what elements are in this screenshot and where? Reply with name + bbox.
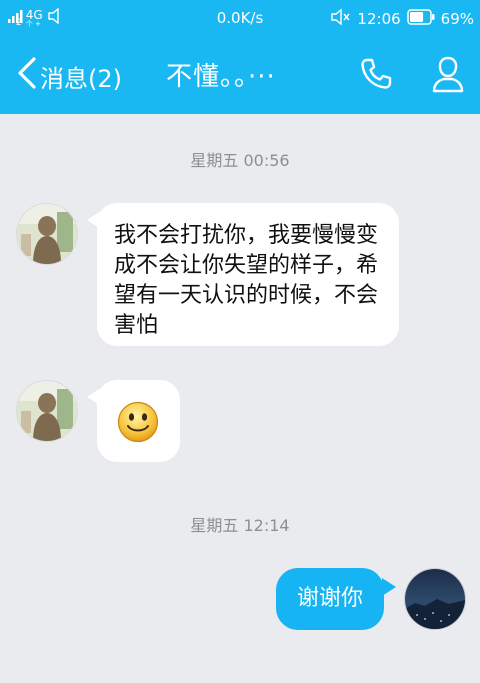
mute-icon: [331, 8, 351, 30]
back-label: 消息(2): [40, 64, 122, 93]
back-button[interactable]: 消息(2): [16, 56, 122, 96]
battery-percent: 69%: [440, 10, 474, 28]
battery-icon: [406, 9, 435, 29]
message-timestamp: 星期五 00:56: [190, 151, 290, 170]
chat-header: 消息(2) 不懂。。···: [0, 36, 480, 114]
profile-button[interactable]: [430, 54, 466, 98]
message-timestamp: 星期五 12:14: [190, 516, 290, 535]
phone-icon: [361, 58, 392, 89]
my-avatar[interactable]: [404, 568, 466, 630]
message-text: 谢谢你: [296, 586, 363, 611]
clock: 12:06: [357, 10, 401, 28]
message-text: 我不会打扰你，我要慢慢变成不会让你失望的样子，希望有一天认识的时候，不会害怕: [114, 223, 379, 338]
status-bar: 2 4G 个 + 0.0K/s 12:06 69%: [0, 0, 480, 36]
chevron-left-icon: [16, 56, 38, 96]
call-button[interactable]: [358, 56, 394, 96]
message-bubble-received[interactable]: 我不会打扰你，我要慢慢变成不会让你失望的样子，希望有一天认识的时候，不会害怕: [87, 203, 399, 346]
message-bubble-received[interactable]: [87, 380, 180, 462]
contact-avatar[interactable]: [16, 203, 78, 265]
contact-avatar[interactable]: [16, 380, 78, 442]
chat-title: 不懂。。···: [166, 62, 276, 92]
person-icon: [432, 56, 464, 93]
status-right: 12:06 69%: [331, 8, 474, 30]
message-bubble-sent[interactable]: 谢谢你: [276, 568, 396, 630]
smiley-icon: [117, 401, 159, 447]
header-actions: [358, 54, 466, 98]
